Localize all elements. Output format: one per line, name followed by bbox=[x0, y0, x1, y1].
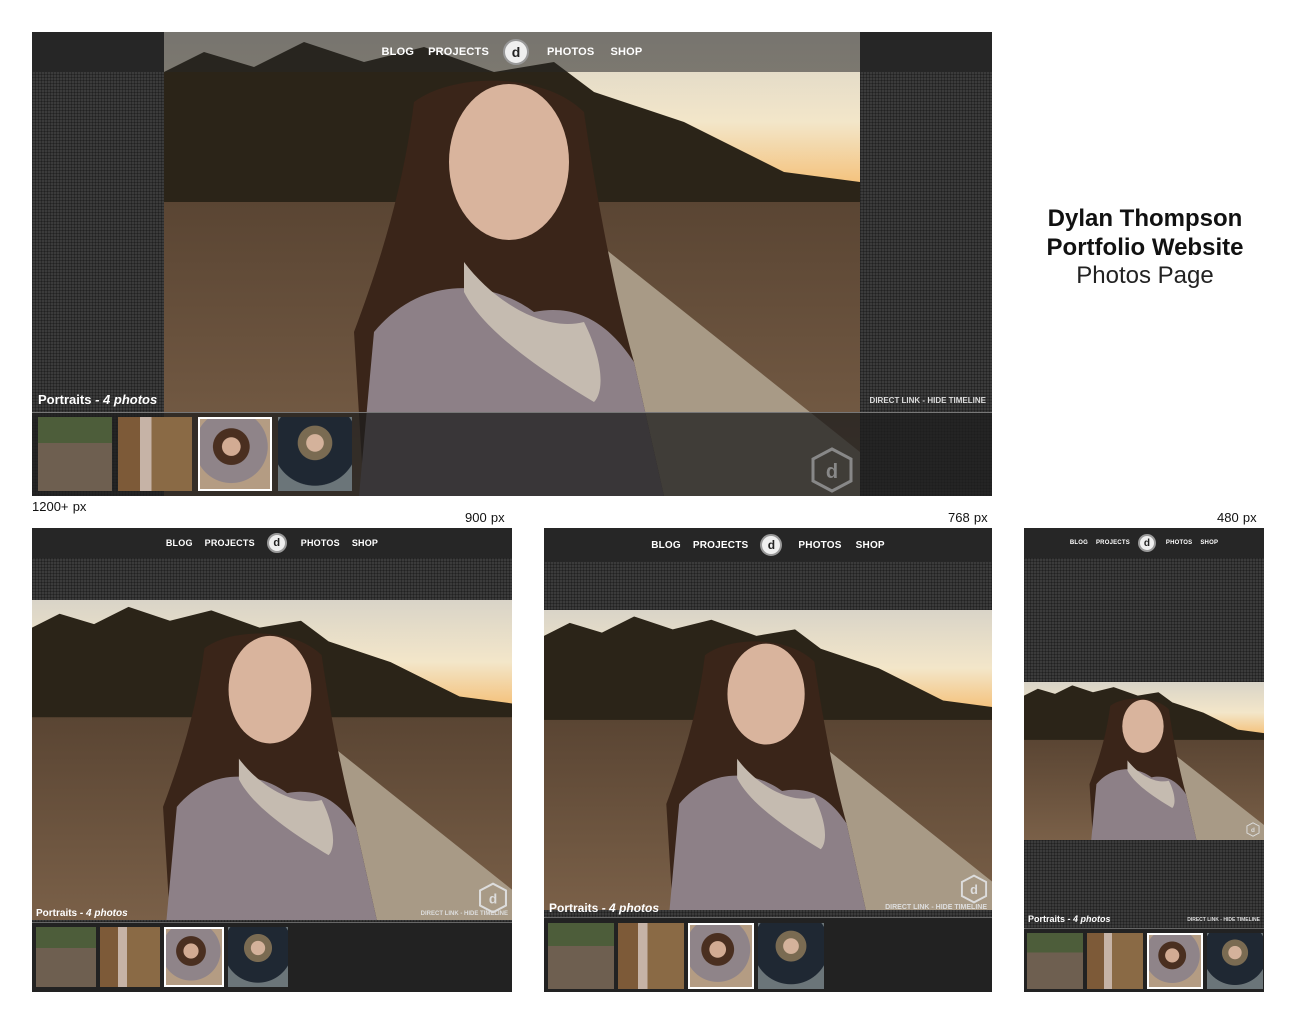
nav-blog[interactable]: BLOG bbox=[651, 540, 681, 551]
d-monogram-hexagon-icon: d bbox=[1246, 822, 1260, 837]
timeline-strip bbox=[544, 917, 992, 992]
breakpoint-label-small: 768 px bbox=[948, 510, 988, 525]
d-monogram-hexagon-icon: d bbox=[811, 447, 853, 493]
svg-text:d: d bbox=[1251, 827, 1255, 834]
title-subtitle: Portfolio Website bbox=[1046, 234, 1244, 261]
nav-shop[interactable]: SHOP bbox=[352, 538, 378, 548]
d-monogram-circle-icon[interactable]: d bbox=[760, 534, 783, 556]
nav-projects[interactable]: PROJECTS bbox=[205, 538, 255, 548]
timeline-strip: d bbox=[32, 412, 992, 496]
top-nav: BLOG PROJECTS d PHOTOS SHOP bbox=[544, 528, 992, 562]
thumbnail[interactable] bbox=[1087, 933, 1143, 989]
nav-photos[interactable]: PHOTOS bbox=[798, 540, 841, 551]
nav-shop[interactable]: SHOP bbox=[856, 540, 885, 551]
portrait-image bbox=[1024, 682, 1264, 840]
thumbnail[interactable] bbox=[198, 417, 272, 491]
album-caption: Portraits - 4 photos bbox=[1028, 914, 1111, 924]
mockup-mobile: BLOG PROJECTS d PHOTOS SHOP d Portraits … bbox=[1024, 528, 1264, 992]
featured-photo: d bbox=[544, 610, 992, 910]
nav-bar-left bbox=[32, 32, 164, 72]
d-monogram-hexagon-icon: d bbox=[960, 874, 988, 904]
direct-link-hide-timeline[interactable]: DIRECT LINK - HIDE TIMELINE bbox=[421, 911, 508, 917]
thumbnail[interactable] bbox=[228, 927, 288, 987]
nav-projects[interactable]: PROJECTS bbox=[1096, 540, 1130, 546]
album-caption: Portraits - 4 photos bbox=[38, 392, 158, 407]
thumbnail[interactable] bbox=[688, 923, 754, 989]
thumbnail[interactable] bbox=[1207, 933, 1263, 989]
nav-projects[interactable]: PROJECTS bbox=[693, 540, 749, 551]
svg-text:d: d bbox=[826, 461, 838, 483]
thumbnail[interactable] bbox=[278, 417, 352, 491]
nav-blog[interactable]: BLOG bbox=[1070, 540, 1088, 546]
title-name: Dylan Thompson bbox=[1047, 205, 1243, 232]
breakpoint-label-desktop: 1200+ px bbox=[32, 499, 87, 514]
direct-link-hide-timeline[interactable]: DIRECT LINK - HIDE TIMELINE bbox=[885, 904, 987, 911]
thumbnail[interactable] bbox=[164, 927, 224, 987]
portrait-image bbox=[544, 610, 992, 910]
nav-bar-right bbox=[860, 32, 992, 72]
thumbnail[interactable] bbox=[758, 923, 824, 989]
project-title: Dylan Thompson Portfolio Website Photos … bbox=[1010, 204, 1280, 290]
thumbnail[interactable] bbox=[118, 417, 192, 491]
featured-photo: d bbox=[1024, 682, 1264, 840]
timeline-strip bbox=[1024, 928, 1264, 992]
svg-text:d: d bbox=[970, 882, 978, 897]
mockup-small: BLOG PROJECTS d PHOTOS SHOP d Portraits … bbox=[544, 528, 992, 992]
d-monogram-hexagon-icon: d bbox=[479, 882, 507, 914]
svg-text:d: d bbox=[489, 891, 497, 906]
nav-photos[interactable]: PHOTOS bbox=[1166, 540, 1192, 546]
direct-link-hide-timeline[interactable]: DIRECT LINK - HIDE TIMELINE bbox=[870, 396, 986, 405]
thumbnail[interactable] bbox=[1027, 933, 1083, 989]
nav-photos[interactable]: PHOTOS bbox=[301, 538, 340, 548]
nav-projects[interactable]: PROJECTS bbox=[428, 46, 489, 58]
top-nav: BLOG PROJECTS d PHOTOS SHOP bbox=[32, 528, 512, 558]
breakpoint-label-tablet: 900 px bbox=[465, 510, 505, 525]
album-caption: Portraits - 4 photos bbox=[549, 901, 660, 915]
nav-blog[interactable]: BLOG bbox=[382, 46, 415, 58]
title-page: Photos Page bbox=[1076, 262, 1214, 289]
thumbnail[interactable] bbox=[38, 417, 112, 491]
timeline-strip bbox=[32, 922, 512, 992]
mockup-desktop: BLOG PROJECTS d PHOTOS SHOP Portraits - … bbox=[32, 32, 992, 496]
d-monogram-circle-icon[interactable]: d bbox=[503, 39, 530, 65]
d-monogram-circle-icon[interactable]: d bbox=[266, 533, 287, 553]
album-caption: Portraits - 4 photos bbox=[36, 908, 128, 919]
top-nav: BLOG PROJECTS d PHOTOS SHOP bbox=[1024, 528, 1264, 558]
top-nav: BLOG PROJECTS d PHOTOS SHOP bbox=[164, 32, 860, 72]
breakpoint-label-mobile: 480 px bbox=[1217, 510, 1257, 525]
nav-blog[interactable]: BLOG bbox=[166, 538, 193, 548]
thumbnail[interactable] bbox=[548, 923, 614, 989]
thumbnail[interactable] bbox=[36, 927, 96, 987]
d-monogram-circle-icon[interactable]: d bbox=[1137, 534, 1156, 552]
thumbnail[interactable] bbox=[618, 923, 684, 989]
direct-link-hide-timeline[interactable]: DIRECT LINK - HIDE TIMELINE bbox=[1187, 917, 1260, 923]
nav-photos[interactable]: PHOTOS bbox=[547, 46, 594, 58]
mockup-tablet: BLOG PROJECTS d PHOTOS SHOP d Portraits … bbox=[32, 528, 512, 992]
nav-shop[interactable]: SHOP bbox=[610, 46, 642, 58]
nav-shop[interactable]: SHOP bbox=[1200, 540, 1218, 546]
thumbnail[interactable] bbox=[1147, 933, 1203, 989]
portrait-image bbox=[32, 600, 512, 920]
featured-photo: d bbox=[32, 600, 512, 920]
thumbnail[interactable] bbox=[100, 927, 160, 987]
